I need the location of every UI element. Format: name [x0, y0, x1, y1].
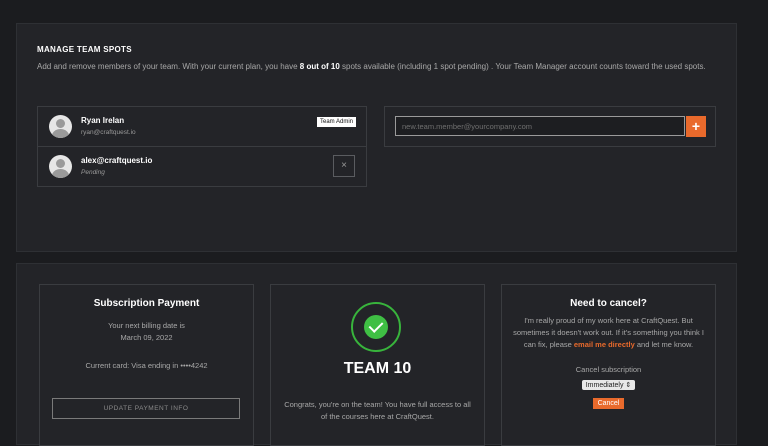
avatar: [49, 115, 72, 138]
spots-count: 8 out of 10: [299, 62, 340, 71]
remove-member-button[interactable]: ×: [333, 155, 355, 177]
cancel-subscription-label: Cancel subscription: [575, 365, 642, 374]
select-arrows-icon: ⇕: [625, 382, 632, 389]
member-email: ryan@craftquest.io: [81, 129, 136, 136]
payment-card: Subscription Payment Your next billing d…: [39, 284, 254, 446]
team-name: TEAM 10: [343, 360, 412, 377]
manage-description: Add and remove members of your team. Wit…: [37, 61, 717, 73]
cancel-card: Need to cancel? I'm really proud of my w…: [501, 284, 716, 446]
select-value: Immediately: [585, 382, 624, 389]
manage-team-spots-title: MANAGE TEAM SPOTS: [37, 45, 132, 54]
cancel-title: Need to cancel?: [570, 298, 647, 309]
cancel-subscription-button[interactable]: Cancel: [592, 398, 625, 409]
member-row: Ryan Irelan ryan@craftquest.io Team Admi…: [37, 106, 367, 147]
member-name: Ryan Irelan: [81, 116, 125, 125]
desc-text-2: spots available (including 1 spot pendin…: [339, 62, 706, 71]
team-admin-badge: Team Admin: [316, 117, 356, 127]
desc-text-1: Add and remove members of your team. Wit…: [37, 62, 300, 71]
current-card: Current card: Visa ending in ••••4242: [85, 361, 208, 370]
payment-title: Subscription Payment: [93, 298, 200, 309]
cancel-timing-select[interactable]: Immediately ⇕: [581, 380, 636, 390]
add-member-button[interactable]: +: [686, 116, 706, 137]
member-name: alex@craftquest.io: [81, 156, 153, 165]
email-link[interactable]: email me directly: [574, 340, 635, 349]
invite-member-box: +: [384, 106, 716, 147]
cancel-message: I'm really proud of my work here at Craf…: [512, 315, 705, 351]
team-card: TEAM 10 Congrats, you're on the team! Yo…: [270, 284, 485, 446]
avatar: [49, 155, 72, 178]
update-payment-button[interactable]: UPDATE PAYMENT INFO: [52, 398, 240, 419]
team-message: Congrats, you're on the team! You have f…: [284, 400, 471, 421]
member-row: alex@craftquest.io Pending ×: [37, 147, 367, 187]
manage-team-spots-panel: MANAGE TEAM SPOTS Add and remove members…: [16, 23, 737, 252]
member-list: Ryan Irelan ryan@craftquest.io Team Admi…: [37, 106, 367, 187]
invite-email-input[interactable]: [395, 116, 685, 136]
cancel-text-2: and let me know.: [634, 340, 694, 349]
billing-date: March 09, 2022: [120, 333, 173, 342]
billing-date-label: Your next billing date is: [108, 321, 185, 330]
subscription-panel: Subscription Payment Your next billing d…: [16, 263, 737, 446]
member-status: Pending: [81, 169, 105, 176]
check-icon: [351, 302, 401, 352]
